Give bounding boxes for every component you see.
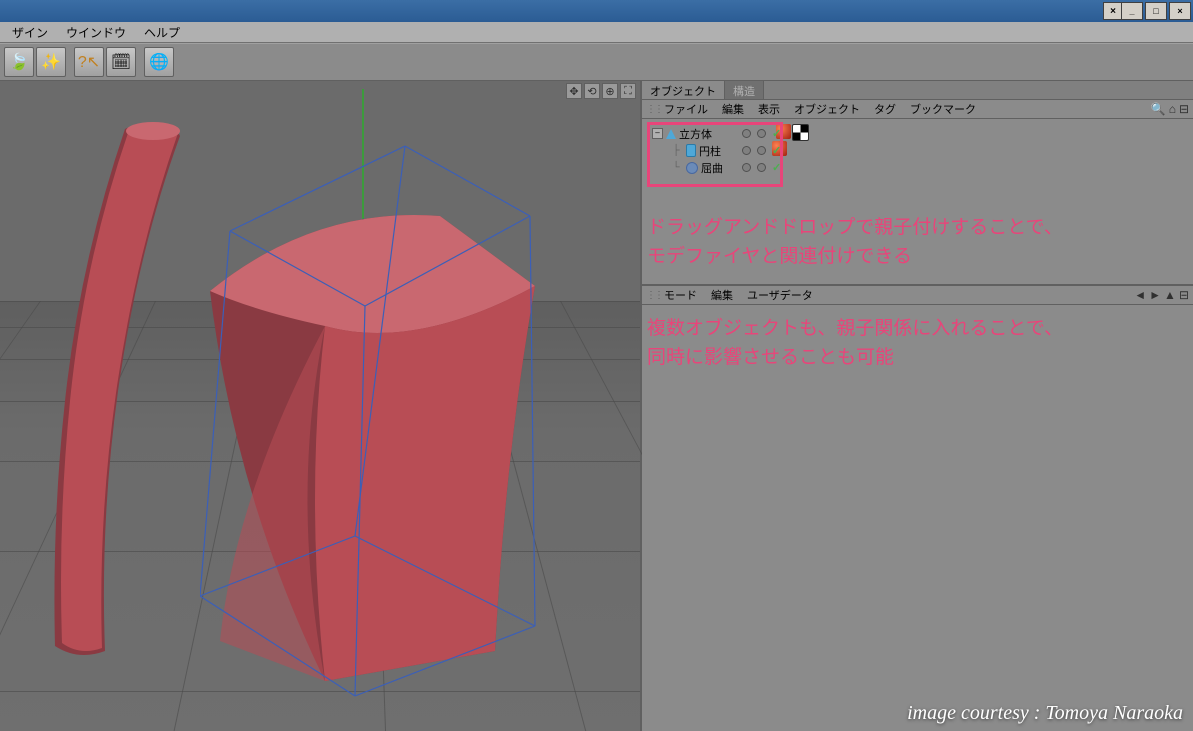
obj-menu-file[interactable]: ファイル: [658, 100, 714, 118]
object-tree[interactable]: – 立方体 ├ 円柱 └ 屈曲 ✓ ✓: [642, 119, 1193, 286]
tree-label[interactable]: 立方体: [679, 126, 712, 142]
expand-icon[interactable]: –: [652, 128, 663, 139]
obj-menu-edit[interactable]: 編集: [716, 100, 750, 118]
minimize-button[interactable]: _: [1121, 2, 1143, 20]
obj-menu-view[interactable]: 表示: [752, 100, 786, 118]
maximize-button[interactable]: □: [1145, 2, 1167, 20]
grip-icon[interactable]: ⋮⋮: [646, 104, 656, 115]
menu-help[interactable]: ヘルプ: [136, 22, 188, 43]
obj-menu-tags[interactable]: タグ: [868, 100, 902, 118]
menu-window[interactable]: ウインドウ: [58, 22, 134, 43]
home-icon[interactable]: ⌂: [1169, 102, 1176, 116]
attr-menu-edit[interactable]: 編集: [705, 286, 739, 304]
3d-viewport[interactable]: ✥ ⟲ ⊕ ⛶: [0, 81, 642, 731]
cone-icon: [666, 129, 676, 139]
tab-objects[interactable]: オブジェクト: [642, 81, 725, 99]
grip-icon[interactable]: ⋮⋮: [646, 290, 656, 301]
tree-label[interactable]: 円柱: [699, 143, 721, 159]
viewport-zoom-icon[interactable]: ⊕: [602, 83, 618, 99]
bend-icon: [686, 162, 698, 174]
menu-design[interactable]: ザイン: [4, 22, 56, 43]
object-panel-menu: ⋮⋮ ファイル 編集 表示 オブジェクト タグ ブックマーク 🔍 ⌂ ⊟: [642, 100, 1193, 119]
tree-row-cube[interactable]: – 立方体: [652, 125, 723, 142]
panel-close-icon[interactable]: ×: [1103, 2, 1123, 20]
visibility-dots[interactable]: ✓: [742, 125, 781, 142]
leaf-icon[interactable]: 🍃: [4, 47, 34, 77]
cylinder-icon: [686, 144, 696, 157]
viewport-rotate-icon[interactable]: ⟲: [584, 83, 600, 99]
image-courtesy: image courtesy : Tomoya Naraoka: [907, 702, 1183, 725]
tree-label[interactable]: 屈曲: [701, 160, 723, 176]
search-icon[interactable]: 🔍: [1151, 102, 1166, 116]
tree-branch-icon: ├: [669, 145, 683, 156]
main-menubar: ザイン ウインドウ ヘルプ: [0, 22, 1193, 43]
obj-menu-bookmarks[interactable]: ブックマーク: [904, 100, 982, 118]
nav-up-icon[interactable]: ▲: [1164, 288, 1176, 302]
viewport-maximize-icon[interactable]: ⛶: [620, 83, 636, 99]
calendar-icon[interactable]: 🗓: [106, 47, 136, 77]
window-titlebar: × _ □ ×: [0, 0, 1193, 22]
panel-tabs: オブジェクト 構造: [642, 81, 1193, 100]
tree-row-bend[interactable]: └ 屈曲: [652, 159, 723, 176]
texture-tag-icon[interactable]: [792, 124, 809, 141]
tab-structure[interactable]: 構造: [725, 81, 764, 99]
visibility-dots[interactable]: ✓: [742, 142, 781, 159]
collapse-icon[interactable]: ⊟: [1179, 102, 1189, 116]
nav-fwd-icon[interactable]: ►: [1149, 288, 1161, 302]
attr-menu-mode[interactable]: モード: [658, 286, 703, 304]
right-pane: オブジェクト 構造 ⋮⋮ ファイル 編集 表示 オブジェクト タグ ブックマーク…: [642, 81, 1193, 731]
menu-icon[interactable]: ⊟: [1179, 288, 1189, 302]
annotation-text-2: 複数オブジェクトも、親子関係に入れることで、 同時に影響させることも可能: [647, 314, 1063, 373]
cube-object[interactable]: [195, 196, 565, 696]
main-toolbar: 🍃 ✨ ?↖ 🗓 🌐: [0, 43, 1193, 81]
close-button[interactable]: ×: [1169, 2, 1191, 20]
annotation-text: ドラッグアンドドロップで親子付けすることで、 モデファイヤと関連付けできる: [647, 213, 1063, 272]
nav-back-icon[interactable]: ◄: [1134, 288, 1146, 302]
help-arrow-icon[interactable]: ?↖: [74, 47, 104, 77]
obj-menu-objects[interactable]: オブジェクト: [788, 100, 866, 118]
particles-icon[interactable]: ✨: [36, 47, 66, 77]
tree-row-cylinder[interactable]: ├ 円柱: [652, 142, 723, 159]
attr-menu-userdata[interactable]: ユーザデータ: [741, 286, 819, 304]
tree-branch-icon: └: [669, 162, 683, 173]
globe-icon[interactable]: 🌐: [144, 47, 174, 77]
viewport-move-icon[interactable]: ✥: [566, 83, 582, 99]
attribute-panel: ⋮⋮ モード 編集 ユーザデータ ◄ ► ▲ ⊟ 複数オブジェクトも、親子関係に…: [642, 286, 1193, 731]
attr-panel-menu: ⋮⋮ モード 編集 ユーザデータ ◄ ► ▲ ⊟: [642, 286, 1193, 305]
visibility-dots[interactable]: ✓: [742, 159, 781, 176]
